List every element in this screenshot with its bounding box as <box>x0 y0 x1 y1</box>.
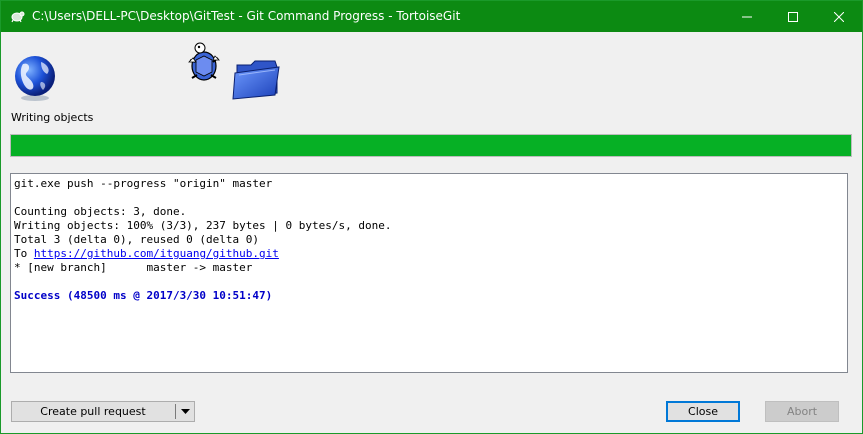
minimize-button[interactable] <box>724 1 770 32</box>
log-line: Writing objects: 100% (3/3), 237 bytes |… <box>14 219 392 232</box>
create-pull-request-split-button[interactable]: Create pull request <box>11 401 195 422</box>
progress-bar <box>10 134 852 157</box>
success-message: Success (48500 ms @ 2017/3/30 10:51:47) <box>14 289 273 302</box>
log-line: git.exe push --progress "origin" master <box>14 177 273 190</box>
maximize-button[interactable] <box>770 1 816 32</box>
log-line-blank <box>14 275 847 289</box>
window-close-button[interactable] <box>816 1 862 32</box>
minimize-icon <box>742 16 752 17</box>
remote-url-link[interactable]: https://github.com/itguang/github.git <box>34 247 279 260</box>
close-button[interactable]: Close <box>666 401 740 422</box>
chevron-down-icon <box>181 409 190 414</box>
log-line: * [new branch] master -> master <box>14 261 253 274</box>
title-bar[interactable]: C:\Users\DELL-PC\Desktop\GitTest - Git C… <box>1 1 862 32</box>
abort-button[interactable]: Abort <box>765 401 839 422</box>
folder-icon <box>232 60 280 100</box>
command-output-log[interactable]: git.exe push --progress "origin" master … <box>10 173 848 373</box>
split-separator <box>175 404 176 419</box>
progress-bar-fill <box>11 135 851 156</box>
tortoisegit-icon <box>9 8 25 24</box>
dropdown-arrow-button[interactable] <box>177 402 194 421</box>
log-line: Counting objects: 3, done. <box>14 205 187 218</box>
window-title: C:\Users\DELL-PC\Desktop\GitTest - Git C… <box>32 9 461 23</box>
turtle-icon <box>188 42 220 81</box>
close-icon <box>834 11 844 22</box>
globe-icon <box>15 56 55 101</box>
progress-window: C:\Users\DELL-PC\Desktop\GitTest - Git C… <box>0 0 863 434</box>
progress-status-label: Writing objects <box>11 111 94 124</box>
log-to-prefix: To <box>14 247 34 260</box>
log-line: Total 3 (delta 0), reused 0 (delta 0) <box>14 233 260 246</box>
create-pull-request-button[interactable]: Create pull request <box>12 402 174 421</box>
maximize-icon <box>788 11 798 22</box>
log-line-remote: To https://github.com/itguang/github.git <box>14 247 847 261</box>
